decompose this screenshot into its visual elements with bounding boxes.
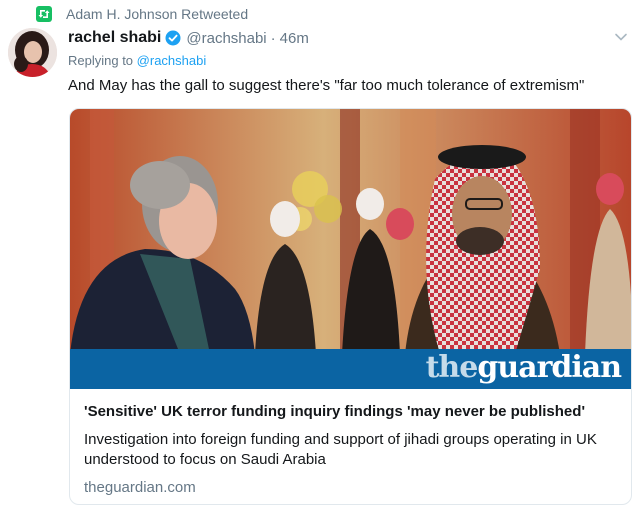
verified-badge-icon [165,30,181,46]
card-description: Investigation into foreign funding and s… [84,431,597,468]
tweet-header: rachel shabi @rachshabi · 46m [68,27,309,49]
retweeted-by-label[interactable]: Adam H. Johnson Retweeted [66,6,248,22]
link-card[interactable]: theguardian 'Sensitive' UK terror fundin… [69,108,632,505]
card-body[interactable]: 'Sensitive' UK terror funding inquiry fi… [70,389,631,496]
card-title[interactable]: 'Sensitive' UK terror funding inquiry fi… [84,403,617,420]
retweet-indicator[interactable]: Adam H. Johnson Retweeted [36,5,248,23]
replying-to-handle-link[interactable]: @rachshabi [137,53,207,68]
separator-dot: · [270,29,276,47]
user-handle[interactable]: @rachshabi [186,30,266,47]
display-name[interactable]: rachel shabi [68,29,161,47]
replying-to-label: Replying to [68,53,134,68]
guardian-logo-text: theguardian [425,350,622,385]
avatar[interactable] [8,28,57,77]
replying-to: Replying to @rachshabi [68,53,206,68]
timestamp[interactable]: 46m [280,30,309,47]
retweet-icon [36,6,52,22]
tweet-text: And May has the gall to suggest there's … [68,77,585,94]
chevron-down-icon[interactable] [614,30,628,44]
guardian-logo: theguardian [425,350,622,385]
news-photo [70,109,631,389]
card-domain: theguardian.com [84,479,196,496]
card-image[interactable]: theguardian [70,109,631,389]
